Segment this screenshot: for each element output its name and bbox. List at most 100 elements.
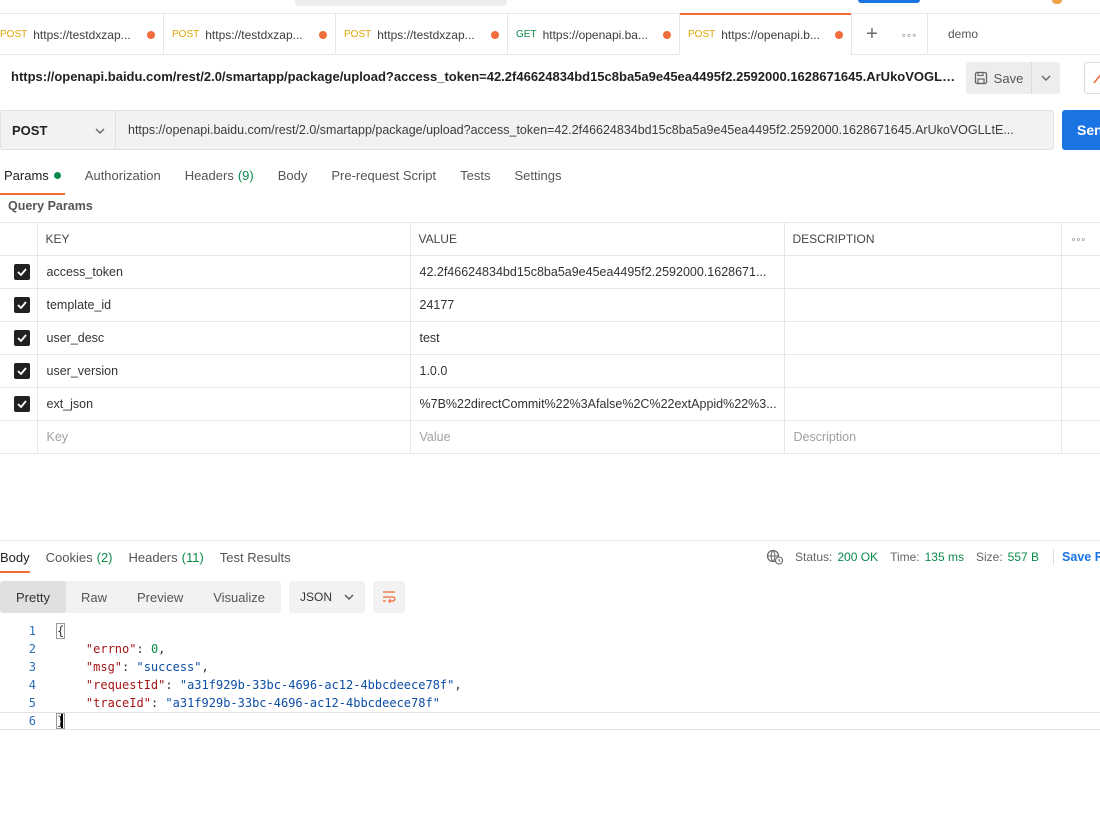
- param-key[interactable]: ext_json: [36, 387, 411, 421]
- param-description[interactable]: [783, 321, 1062, 355]
- table-row: user_desc test: [0, 321, 1100, 355]
- view-preview[interactable]: Preview: [122, 581, 198, 613]
- tab-authorization[interactable]: Authorization: [85, 160, 161, 190]
- param-value[interactable]: 42.2f46624834bd15c8ba5a9e45ea4495f2.2592…: [409, 255, 785, 289]
- more-tabs-icon[interactable]: ◦◦◦: [892, 14, 928, 55]
- new-description-input[interactable]: Description: [783, 420, 1062, 454]
- pane-divider[interactable]: [0, 540, 1100, 541]
- empty-checkbox-cell: [0, 420, 38, 454]
- tab-body[interactable]: Body: [278, 160, 308, 190]
- param-value[interactable]: %7B%22directCommit%22%3Afalse%2C%22extAp…: [409, 387, 785, 421]
- request-tab-active[interactable]: POST https://openapi.b...: [680, 13, 852, 55]
- new-key-input[interactable]: Key: [36, 420, 411, 454]
- notification-icon[interactable]: [1052, 0, 1062, 4]
- send-button[interactable]: Send: [1062, 110, 1100, 150]
- table-row: user_version 1.0.0: [0, 354, 1100, 388]
- tab-method: POST: [688, 29, 716, 40]
- row-checkbox[interactable]: [0, 354, 38, 388]
- request-tab[interactable]: GET https://openapi.ba...: [508, 14, 680, 55]
- cookies-count: (2): [96, 549, 113, 565]
- table-row: template_id 24177: [0, 288, 1100, 322]
- view-raw[interactable]: Raw: [66, 581, 122, 613]
- line-number: 4: [28, 678, 36, 692]
- request-title[interactable]: https://openapi.baidu.com/rest/2.0/smart…: [11, 69, 956, 84]
- bulk-options-icon[interactable]: ◦◦◦: [1060, 222, 1100, 256]
- param-description[interactable]: [783, 354, 1062, 388]
- row-checkbox[interactable]: [0, 288, 38, 322]
- json-string: "a31f929b-33bc-4696-ac12-4bbcdeece78f": [179, 678, 455, 692]
- chevron-down-icon: [95, 128, 105, 134]
- json-string: "success": [136, 660, 202, 674]
- save-button-group: Save: [966, 62, 1060, 94]
- param-value[interactable]: test: [409, 321, 785, 355]
- status-value[interactable]: 200 OK: [837, 550, 878, 564]
- method-select[interactable]: POST: [0, 110, 115, 150]
- globe-icon[interactable]: [766, 549, 784, 565]
- size-label: Size:: [975, 550, 1003, 564]
- tab-test-results[interactable]: Test Results: [220, 545, 291, 569]
- code-line: 2 "errno": 0,: [0, 640, 1100, 658]
- param-key[interactable]: user_desc: [36, 321, 411, 355]
- row-checkbox[interactable]: [0, 255, 38, 289]
- row-checkbox[interactable]: [0, 387, 38, 421]
- tab-cookies[interactable]: Cookies (2): [46, 545, 113, 569]
- param-value[interactable]: 1.0.0: [409, 354, 785, 388]
- tab-label: Body: [277, 167, 308, 183]
- param-description[interactable]: [783, 255, 1062, 289]
- param-value[interactable]: 24177: [409, 288, 785, 322]
- new-tab-plus-icon[interactable]: +: [852, 14, 892, 55]
- view-pretty[interactable]: Pretty: [0, 581, 66, 613]
- value-column-header: VALUE: [409, 222, 785, 256]
- tab-response-body[interactable]: Body: [0, 545, 30, 573]
- param-key[interactable]: access_token: [36, 255, 411, 289]
- edit-icon[interactable]: [1084, 62, 1100, 94]
- tab-label: Authorization: [84, 167, 161, 183]
- param-description[interactable]: [783, 387, 1062, 421]
- param-description[interactable]: [783, 288, 1062, 322]
- format-select[interactable]: JSON: [289, 581, 365, 613]
- tab-url: https://testdxzap...: [377, 27, 475, 42]
- param-key[interactable]: user_version: [36, 354, 411, 388]
- wrap-lines-icon[interactable]: [373, 581, 405, 613]
- key-column-header: KEY: [36, 222, 411, 256]
- tab-pre-request-script[interactable]: Pre-request Script: [331, 160, 436, 190]
- time-value[interactable]: 135 ms: [925, 550, 964, 564]
- row-checkbox[interactable]: [0, 321, 38, 355]
- param-key[interactable]: template_id: [36, 288, 411, 322]
- tab-response-headers[interactable]: Headers (11): [129, 545, 204, 569]
- row-end-cell: [1060, 255, 1100, 289]
- window-top-strip: [0, 0, 1100, 14]
- table-row: access_token 42.2f46624834bd15c8ba5a9e45…: [0, 255, 1100, 289]
- save-button[interactable]: Save: [966, 62, 1032, 94]
- request-tab[interactable]: POST https://testdxzap...: [336, 14, 508, 55]
- request-tab[interactable]: POST https://testdxzap...: [0, 14, 164, 55]
- line-number: 1: [28, 624, 36, 638]
- url-input[interactable]: https://openapi.baidu.com/rest/2.0/smart…: [115, 110, 1054, 150]
- size-value[interactable]: 557 B: [1008, 550, 1039, 564]
- tab-url: https://testdxzap...: [205, 27, 303, 42]
- chevron-down-icon[interactable]: [1032, 62, 1060, 94]
- view-visualize[interactable]: Visualize: [198, 581, 280, 613]
- global-search-input[interactable]: [295, 0, 507, 6]
- response-body-viewer[interactable]: 1 { 2 "errno": 0, 3 "msg": "success", 4 …: [0, 622, 1100, 730]
- environment-selector[interactable]: demo: [928, 14, 978, 54]
- tab-url: https://testdxzap...: [33, 27, 131, 42]
- request-tab-bar: POST https://testdxzap... POST https://t…: [0, 13, 1100, 55]
- tab-label: Test Results: [219, 549, 291, 565]
- save-label: Save: [993, 70, 1024, 86]
- params-active-dot-icon: [53, 171, 61, 179]
- table-header-row: KEY VALUE DESCRIPTION ◦◦◦: [0, 222, 1100, 256]
- open-brace: {: [55, 623, 66, 639]
- save-response-button[interactable]: Save Res: [1062, 550, 1100, 564]
- checkbox-checked-icon: [14, 264, 30, 280]
- upgrade-button[interactable]: [858, 0, 920, 3]
- tab-params[interactable]: Params: [0, 160, 65, 195]
- tab-headers[interactable]: Headers (9): [185, 160, 254, 190]
- tab-url: https://openapi.b...: [721, 27, 820, 42]
- tab-tests[interactable]: Tests: [460, 160, 490, 190]
- response-tabs: Body Cookies (2) Headers (11) Test Resul…: [0, 545, 307, 573]
- tab-settings[interactable]: Settings: [514, 160, 561, 190]
- new-value-input[interactable]: Value: [409, 420, 785, 454]
- request-tab[interactable]: POST https://testdxzap...: [164, 14, 336, 55]
- format-value: JSON: [300, 590, 333, 604]
